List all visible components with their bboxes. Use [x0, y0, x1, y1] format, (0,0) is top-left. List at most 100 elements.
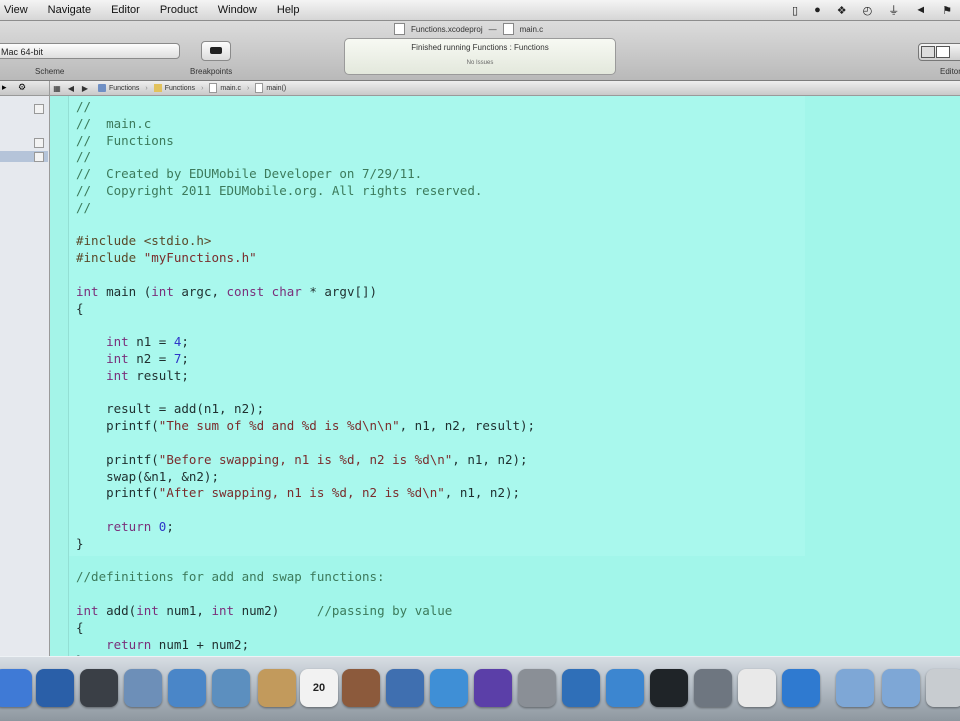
code-line[interactable]	[76, 217, 535, 234]
code-line[interactable]: //	[76, 149, 535, 166]
code-line[interactable]: printf("After swapping, n1 is %d, n2 is …	[76, 485, 535, 502]
code-line[interactable]	[76, 502, 535, 519]
breakpoints-button[interactable]	[201, 41, 231, 61]
code-line[interactable]: int main (int argc, const char * argv[])	[76, 284, 535, 301]
code-line[interactable]: #include <stdio.h>	[76, 233, 535, 250]
itunes-icon[interactable]	[430, 669, 468, 707]
code-line[interactable]: printf("The sum of %d and %d is %d\n\n",…	[76, 418, 535, 435]
nav-row-selected[interactable]	[0, 151, 48, 162]
assistant-editor-icon[interactable]	[936, 46, 950, 58]
related-items-icon[interactable]: ▦	[50, 84, 64, 93]
terminal-icon[interactable]	[650, 669, 688, 707]
system-preferences-icon[interactable]	[518, 669, 556, 707]
photo-booth-icon[interactable]	[342, 669, 380, 707]
code-line[interactable]: swap(&n1, &n2);	[76, 469, 535, 486]
filmstrip-icon[interactable]	[562, 669, 600, 707]
disclosure-icon[interactable]	[34, 152, 44, 162]
breadcrumb-function[interactable]: main()	[255, 83, 286, 93]
mail-icon[interactable]	[606, 669, 644, 707]
back-arrow-icon[interactable]: ◀	[64, 84, 78, 93]
code-line[interactable]: int result;	[76, 368, 535, 385]
breadcrumb-file[interactable]: main.c ›	[209, 83, 249, 93]
disclosure-icon[interactable]	[34, 138, 44, 148]
dashboard-icon[interactable]	[36, 669, 74, 707]
finder-icon[interactable]	[0, 669, 32, 707]
bluetooth-icon[interactable]: ❖	[837, 4, 847, 17]
code-line[interactable]: {	[76, 301, 535, 318]
code-line[interactable]	[76, 267, 535, 284]
nav-row[interactable]	[0, 137, 48, 148]
volume-icon[interactable]: ◄	[915, 4, 926, 16]
activity-sub: No Issues	[466, 60, 494, 66]
breakpoint-icon	[210, 47, 222, 54]
code-line[interactable]: }	[76, 536, 535, 553]
navigator-settings-icon[interactable]: ⚙	[18, 82, 26, 93]
breadcrumb-project[interactable]: Functions ›	[98, 84, 148, 92]
breadcrumb-group[interactable]: Functions ›	[153, 84, 203, 92]
code-line[interactable]: printf("Before swapping, n1 is %d, n2 is…	[76, 452, 535, 469]
disclosure-icon[interactable]	[34, 104, 44, 114]
xcode-icon[interactable]	[386, 669, 424, 707]
menu-window[interactable]: Window	[218, 4, 257, 16]
code-line[interactable]: //	[76, 200, 535, 217]
editor-segmented-control[interactable]	[918, 43, 960, 61]
folder-icon	[153, 84, 162, 92]
window-title: Functions.xcodeproj — main.c	[394, 21, 543, 37]
code-text[interactable]: //// main.c// Functions//// Created by E…	[76, 99, 535, 656]
code-line[interactable]: result = add(n1, n2);	[76, 401, 535, 418]
code-line[interactable]: // main.c	[76, 116, 535, 133]
menu-editor[interactable]: Editor	[111, 4, 140, 16]
notes-icon[interactable]	[258, 669, 296, 707]
filter-icon[interactable]: ▸	[2, 82, 7, 93]
standard-editor-icon[interactable]	[921, 46, 935, 58]
project-icon	[98, 84, 106, 92]
update-icon[interactable]	[782, 669, 820, 707]
record-icon[interactable]: ●	[814, 4, 821, 16]
code-line[interactable]: //definitions for add and swap functions…	[76, 569, 535, 586]
instruments-icon[interactable]	[474, 669, 512, 707]
activity-viewer: Finished running Functions : Functions N…	[344, 38, 616, 75]
mission-control-icon[interactable]	[80, 669, 118, 707]
breadcrumb-label: Functions	[164, 84, 196, 92]
textedit-icon[interactable]	[738, 669, 776, 707]
scheme-popup[interactable]: Mac 64-bit	[0, 43, 180, 59]
code-line[interactable]: return 0;	[76, 519, 535, 536]
menu-view[interactable]: View	[4, 4, 28, 16]
code-line[interactable]	[76, 586, 535, 603]
trash-icon[interactable]	[926, 669, 960, 707]
utility-icon[interactable]	[694, 669, 732, 707]
forward-arrow-icon[interactable]: ▶	[78, 84, 92, 93]
code-line[interactable]: // Created by EDUMobile Developer on 7/2…	[76, 166, 535, 183]
code-line[interactable]: int n2 = 7;	[76, 351, 535, 368]
nav-row[interactable]	[0, 103, 48, 114]
code-line[interactable]: int add(int num1, int num2) //passing by…	[76, 603, 535, 620]
timemachine-icon[interactable]: ◴	[863, 4, 873, 17]
menu-help[interactable]: Help	[277, 4, 300, 16]
breadcrumb-label: Functions	[109, 84, 140, 92]
code-line[interactable]: // Copyright 2011 EDUMobile.org. All rig…	[76, 183, 535, 200]
phone-icon[interactable]: ▯	[792, 4, 798, 17]
code-line[interactable]: return num1 + num2;	[76, 637, 535, 654]
jump-bar: ▦ ◀ ▶ Functions › Functions › main.c › m…	[50, 81, 960, 96]
folder-icon[interactable]	[836, 669, 874, 707]
code-line[interactable]	[76, 553, 535, 570]
editor-gutter[interactable]	[50, 96, 69, 656]
menu-product[interactable]: Product	[160, 4, 198, 16]
facetime-icon[interactable]	[212, 669, 250, 707]
code-line[interactable]: #include "myFunctions.h"	[76, 250, 535, 267]
preview-icon[interactable]	[124, 669, 162, 707]
safari-icon[interactable]	[168, 669, 206, 707]
wifi-icon[interactable]: ⏚	[888, 2, 899, 18]
calendar-icon[interactable]: 20	[300, 669, 338, 707]
flag-icon[interactable]: ⚑	[942, 4, 952, 17]
code-line[interactable]	[76, 435, 535, 452]
code-line[interactable]: //	[76, 99, 535, 116]
code-line[interactable]	[76, 317, 535, 334]
source-editor[interactable]: //// main.c// Functions//// Created by E…	[69, 96, 960, 656]
code-line[interactable]: // Functions	[76, 133, 535, 150]
code-line[interactable]: {	[76, 620, 535, 637]
menu-navigate[interactable]: Navigate	[48, 4, 91, 16]
code-line[interactable]: int n1 = 4;	[76, 334, 535, 351]
downloads-folder-icon[interactable]	[882, 669, 920, 707]
code-line[interactable]	[76, 385, 535, 402]
